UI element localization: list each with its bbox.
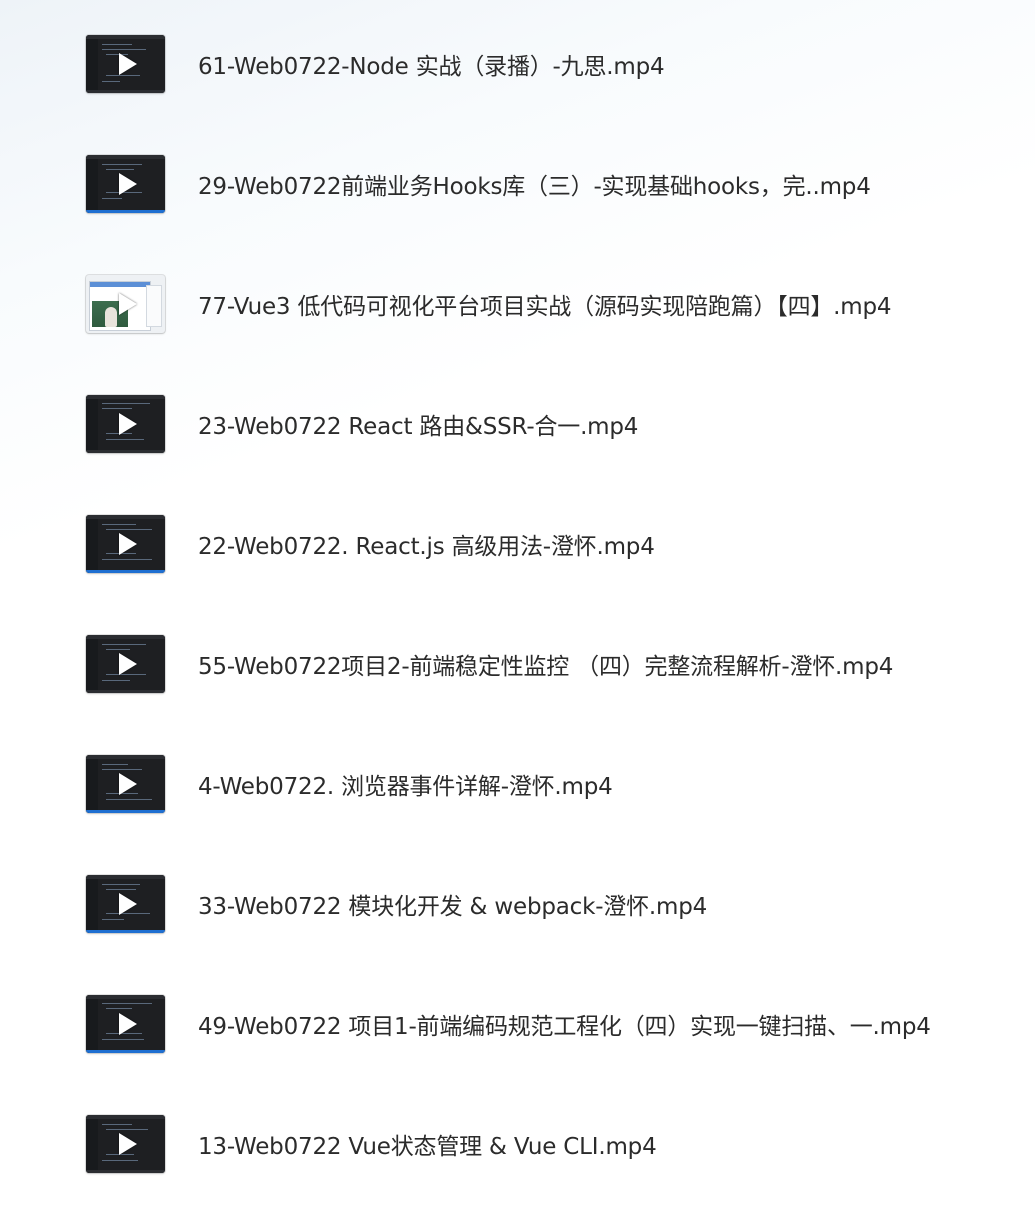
video-thumbnail[interactable] (86, 755, 165, 813)
file-name: 49-Web0722 项目1-前端编码规范工程化（四）实现一键扫描、一.mp4 (198, 1014, 931, 1040)
video-file-item[interactable]: 33-Web0722 模块化开发 & webpack-澄怀.mp4 (86, 874, 1006, 934)
video-file-item[interactable]: 29-Web0722前端业务Hooks库（三）-实现基础hooks，完..mp4 (86, 154, 1006, 214)
play-icon (118, 293, 137, 315)
play-icon (118, 173, 137, 195)
play-icon (118, 893, 137, 915)
play-icon (118, 653, 137, 675)
video-file-list: 61-Web0722-Node 实战（录播）-九思.mp4 29-Web0722… (0, 0, 1035, 1211)
file-name: 55-Web0722项目2-前端稳定性监控 （四）完整流程解析-澄怀.mp4 (198, 654, 894, 680)
file-name: 29-Web0722前端业务Hooks库（三）-实现基础hooks，完..mp4 (198, 174, 871, 200)
play-icon (118, 773, 137, 795)
play-icon (118, 1013, 137, 1035)
video-thumbnail[interactable] (86, 515, 165, 573)
video-thumbnail[interactable] (86, 1115, 165, 1173)
video-file-item[interactable]: 77-Vue3 低代码可视化平台项目实战（源码实现陪跑篇）【四】.mp4 (86, 274, 1006, 334)
video-file-item[interactable]: 22-Web0722. React.js 高级用法-澄怀.mp4 (86, 514, 1006, 574)
video-file-item[interactable]: 61-Web0722-Node 实战（录播）-九思.mp4 (86, 34, 1006, 94)
video-file-item[interactable]: 4-Web0722. 浏览器事件详解-澄怀.mp4 (86, 754, 1006, 814)
file-name: 4-Web0722. 浏览器事件详解-澄怀.mp4 (198, 774, 613, 800)
video-thumbnail[interactable] (86, 875, 165, 933)
video-thumbnail[interactable] (86, 35, 165, 93)
video-thumbnail[interactable] (86, 635, 165, 693)
play-icon (118, 413, 137, 435)
video-file-item[interactable]: 55-Web0722项目2-前端稳定性监控 （四）完整流程解析-澄怀.mp4 (86, 634, 1006, 694)
file-name: 61-Web0722-Node 实战（录播）-九思.mp4 (198, 54, 665, 80)
video-thumbnail[interactable] (86, 395, 165, 453)
file-name: 33-Web0722 模块化开发 & webpack-澄怀.mp4 (198, 894, 708, 920)
video-file-item[interactable]: 13-Web0722 Vue状态管理 & Vue CLI.mp4 (86, 1114, 1006, 1174)
file-name: 77-Vue3 低代码可视化平台项目实战（源码实现陪跑篇）【四】.mp4 (198, 294, 892, 320)
video-file-item[interactable]: 23-Web0722 React 路由&SSR-合一.mp4 (86, 394, 1006, 454)
file-name: 13-Web0722 Vue状态管理 & Vue CLI.mp4 (198, 1134, 657, 1160)
video-file-item[interactable]: 49-Web0722 项目1-前端编码规范工程化（四）实现一键扫描、一.mp4 (86, 994, 1006, 1054)
video-thumbnail[interactable] (86, 155, 165, 213)
play-icon (118, 53, 137, 75)
file-name: 22-Web0722. React.js 高级用法-澄怀.mp4 (198, 534, 655, 560)
video-thumbnail[interactable] (86, 995, 165, 1053)
play-icon (118, 1133, 137, 1155)
video-thumbnail[interactable] (86, 275, 165, 333)
file-name: 23-Web0722 React 路由&SSR-合一.mp4 (198, 414, 639, 440)
play-icon (118, 533, 137, 555)
